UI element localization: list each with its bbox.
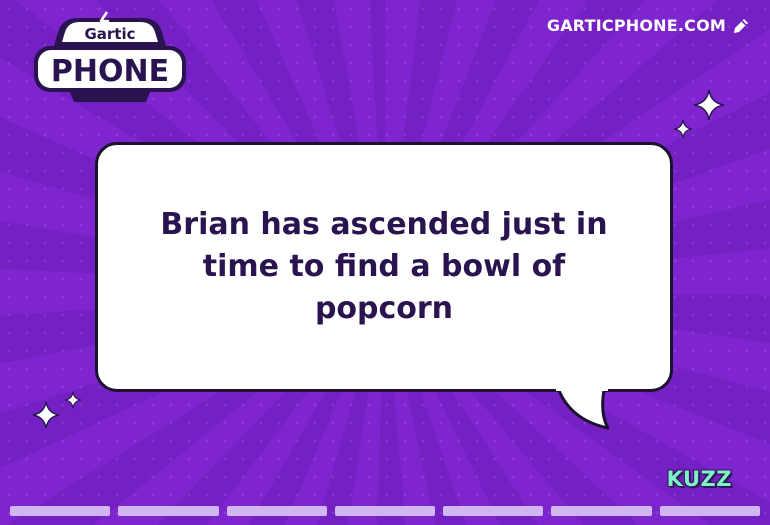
progress-segment bbox=[10, 506, 111, 516]
progress-segment bbox=[551, 506, 652, 516]
progress-segment bbox=[443, 506, 544, 516]
progress-segment bbox=[334, 506, 436, 516]
progress-bar bbox=[10, 506, 760, 516]
site-link[interactable]: GARTICPHONE.COM bbox=[547, 16, 750, 35]
site-label: GARTICPHONE.COM bbox=[546, 16, 726, 35]
speech-bubble-tail bbox=[556, 386, 610, 430]
watermark-brand: KUZZ bbox=[666, 467, 732, 491]
progress-segment bbox=[226, 506, 327, 516]
logo-top-text: Gartic bbox=[84, 25, 135, 43]
progress-segment bbox=[118, 506, 219, 516]
edit-pencil-icon bbox=[734, 18, 748, 33]
sparkle-icon bbox=[673, 119, 693, 139]
sparkle-icon bbox=[32, 401, 60, 429]
sparkle-icon bbox=[693, 89, 725, 121]
phrase-text: Brian has ascended just in time to find … bbox=[160, 207, 608, 326]
gartic-phone-logo: Gartic PHONE bbox=[34, 11, 186, 102]
speech-bubble: Brian has ascended just in time to find … bbox=[95, 142, 673, 392]
logo-main-text: PHONE bbox=[51, 54, 169, 89]
progress-segment bbox=[659, 506, 760, 516]
sparkle-icon bbox=[64, 391, 82, 409]
